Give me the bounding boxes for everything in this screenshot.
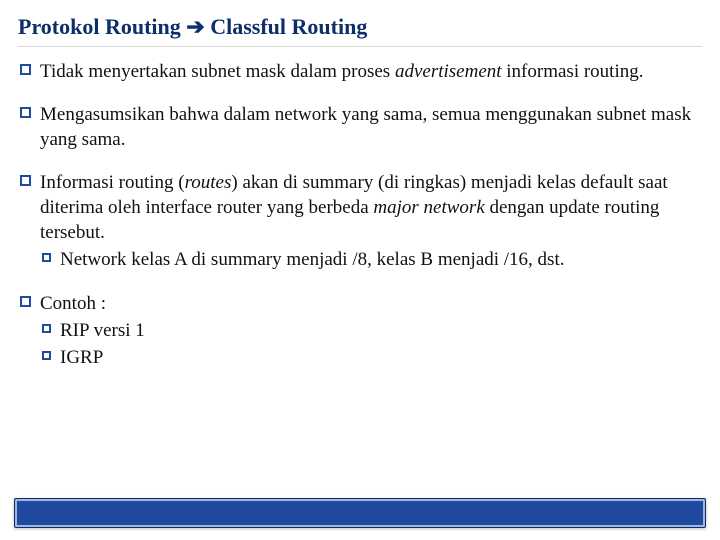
- sub-item: IGRP: [40, 345, 702, 370]
- bullet-list: Tidak menyertakan subnet mask dalam pros…: [18, 59, 702, 370]
- arrow-icon: ➔: [186, 14, 204, 39]
- sub-item: RIP versi 1: [40, 318, 702, 343]
- text: IGRP: [60, 347, 103, 368]
- title-part2: Classful Routing: [205, 14, 368, 39]
- footer-bar: [14, 498, 706, 528]
- text-italic: major network: [373, 197, 484, 218]
- title-wrap: Protokol Routing ➔ Classful Routing: [18, 14, 702, 47]
- text: Tidak menyertakan subnet mask dalam pros…: [40, 61, 395, 82]
- bullet-item: Contoh : RIP versi 1 IGRP: [18, 291, 702, 370]
- text: Contoh :: [40, 293, 106, 314]
- text: Informasi routing (: [40, 172, 185, 193]
- bullet-item: Mengasumsikan bahwa dalam network yang s…: [18, 102, 702, 152]
- bullet-item: Informasi routing (routes) akan di summa…: [18, 170, 702, 272]
- text: Mengasumsikan bahwa dalam network yang s…: [40, 104, 691, 150]
- sub-list: RIP versi 1 IGRP: [40, 318, 702, 370]
- text: informasi routing.: [502, 61, 644, 82]
- text-italic: advertisement: [395, 61, 502, 82]
- sub-item: Network kelas A di summary menjadi /8, k…: [40, 247, 702, 272]
- slide: Protokol Routing ➔ Classful Routing Tida…: [0, 0, 720, 540]
- text: Network kelas A di summary menjadi /8, k…: [60, 249, 564, 270]
- text-italic: routes: [185, 172, 232, 193]
- text: RIP versi 1: [60, 320, 145, 341]
- slide-title: Protokol Routing ➔ Classful Routing: [18, 14, 702, 40]
- sub-list: Network kelas A di summary menjadi /8, k…: [40, 247, 702, 272]
- bullet-item: Tidak menyertakan subnet mask dalam pros…: [18, 59, 702, 84]
- title-part1: Protokol Routing: [18, 14, 186, 39]
